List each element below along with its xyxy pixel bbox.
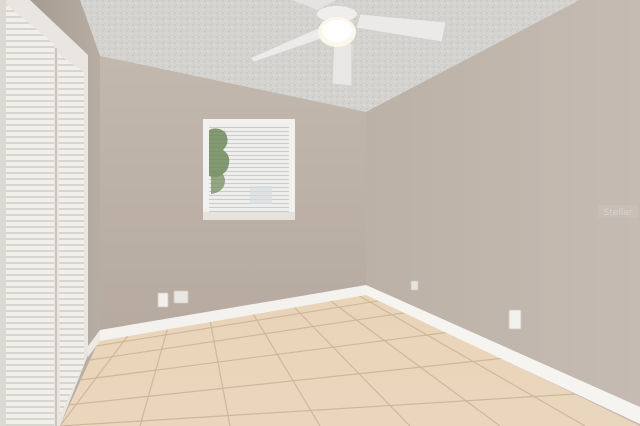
window [203,119,295,220]
right-wall-jack [410,280,419,291]
watermark-logo: Stellar [598,205,638,218]
closet-doors [0,0,88,426]
room-photo: Stellar [0,0,640,426]
back-wall-outlet [157,292,169,308]
svg-text:Stellar: Stellar [604,208,633,218]
back-wall-cable-jack [173,290,189,304]
room-illustration: Stellar [0,0,640,426]
right-wall-outlet [508,309,522,330]
